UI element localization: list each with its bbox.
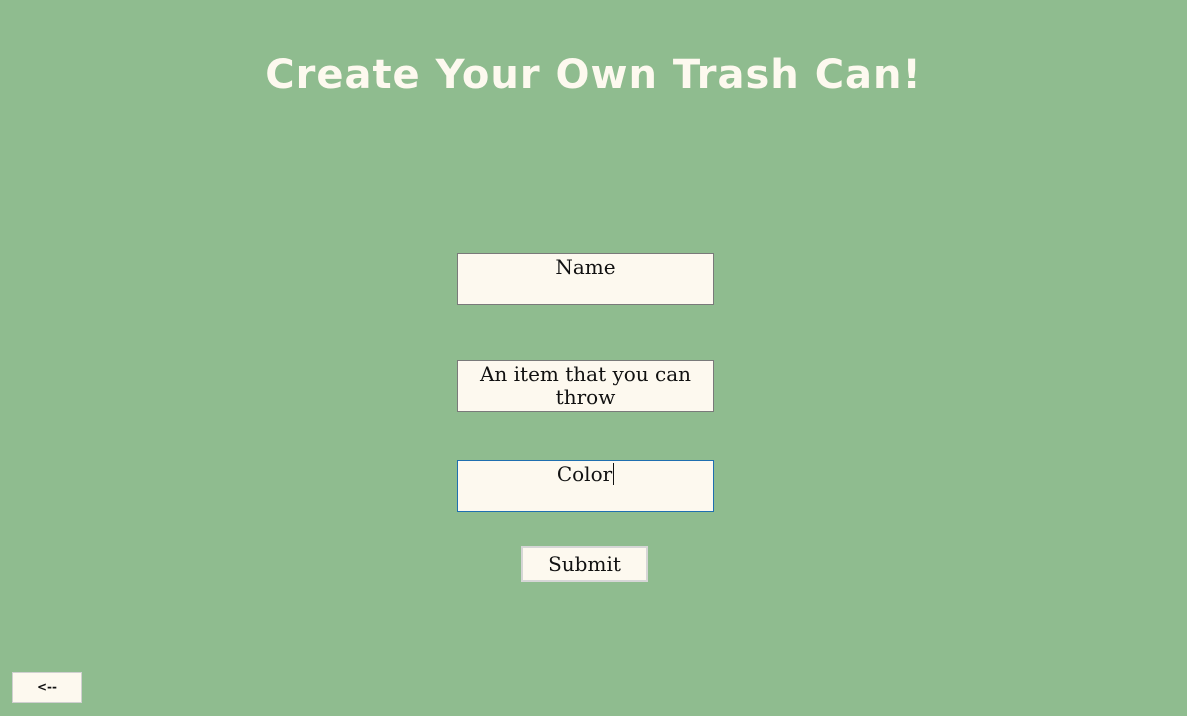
text-caret bbox=[613, 463, 615, 485]
item-input-placeholder: An item that you can throw bbox=[479, 362, 692, 409]
color-input-value: Color bbox=[556, 462, 613, 486]
name-input-placeholder: Name bbox=[555, 255, 616, 279]
name-input[interactable]: Name bbox=[457, 253, 714, 305]
item-input[interactable]: An item that you can throw bbox=[457, 360, 714, 412]
color-input[interactable]: Color bbox=[457, 460, 714, 512]
page-title: Create Your Own Trash Can! bbox=[265, 52, 922, 98]
submit-button[interactable]: Submit bbox=[521, 546, 648, 582]
back-button[interactable]: <-- bbox=[12, 672, 82, 703]
page: Create Your Own Trash Can! Name An item … bbox=[0, 0, 1187, 716]
